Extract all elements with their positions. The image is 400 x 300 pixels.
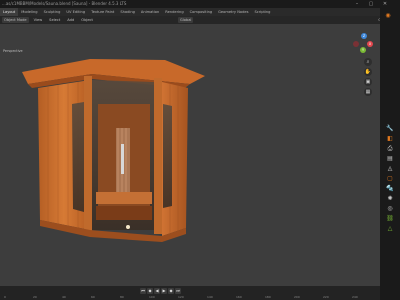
particles-icon[interactable]: ✺ [386, 195, 394, 203]
render-icon[interactable]: ◉ [384, 12, 392, 20]
workspace-tabs: Layout Modeling Sculpting UV Editing Tex… [0, 8, 400, 16]
scene-icon[interactable]: ◬ [386, 165, 394, 173]
physics-icon[interactable]: ◎ [386, 205, 394, 213]
playback-controls: ⏮ ◆ ◀ ▶ ◆ ⏭ [140, 288, 181, 294]
constraints-icon[interactable]: ⛓ [386, 215, 394, 223]
navigation-gizmo[interactable]: X Z Y [352, 32, 376, 56]
maximize-button[interactable]: ▢ [366, 0, 376, 8]
tab-shading[interactable]: Shading [117, 8, 138, 16]
tab-layout[interactable]: Layout [0, 8, 19, 16]
render-properties-icon[interactable]: ◧ [386, 135, 394, 143]
output-icon[interactable]: ⎙ [386, 145, 394, 153]
menu-select[interactable]: Select [47, 17, 62, 23]
gizmo-x-axis[interactable]: X [367, 41, 373, 47]
frame-label: 180 [265, 295, 271, 299]
close-button[interactable]: ✕ [380, 0, 390, 8]
play-icon[interactable]: ▶ [161, 288, 167, 294]
minimize-button[interactable]: – [352, 0, 362, 8]
frame-label: 0 [4, 295, 6, 299]
menu-add[interactable]: Add [65, 17, 76, 23]
tab-uv-editing[interactable]: UV Editing [63, 8, 88, 16]
view-layer-icon[interactable]: ▤ [386, 155, 394, 163]
frame-label: 40 [62, 295, 66, 299]
tab-texture-paint[interactable]: Texture Paint [88, 8, 117, 16]
gizmo-y-axis[interactable]: Y [360, 47, 366, 53]
tab-sculpting[interactable]: Sculpting [41, 8, 64, 16]
tab-rendering[interactable]: Rendering [162, 8, 186, 16]
menu-object[interactable]: Object [79, 17, 95, 23]
mode-dropdown[interactable]: Object Mode [2, 17, 29, 23]
menu-view[interactable]: View [32, 17, 45, 23]
viewport-info: Perspective [0, 48, 123, 54]
jump-end-icon[interactable]: ⏭ [175, 288, 181, 294]
frame-label: 200 [294, 295, 300, 299]
frame-ruler: 0 20 40 60 80 100 120 140 160 180 200 22… [0, 295, 380, 300]
frame-label: 140 [207, 295, 213, 299]
prev-keyframe-icon[interactable]: ◆ [147, 288, 153, 294]
frame-label: 220 [323, 295, 329, 299]
tab-scripting[interactable]: Scripting [251, 8, 273, 16]
frame-label: 60 [91, 295, 95, 299]
tab-modeling[interactable]: Modeling [18, 8, 40, 16]
grid-icon[interactable]: ▦ [364, 88, 372, 96]
title-bar: ...as/c1MBBM/Models/Sauna.blend [Sauna] … [0, 0, 400, 8]
properties-tabs: 🔧 ◧ ⎙ ▤ ◬ ▢ 🔩 ✺ ◎ ⛓ △ [386, 125, 394, 240]
object-icon[interactable]: ▢ [386, 175, 394, 183]
play-reverse-icon[interactable]: ◀ [154, 288, 160, 294]
3d-viewport[interactable]: Perspective X Z Y ⌕ ✋ ▣ ▦ [0, 24, 380, 286]
camera-view-icon[interactable]: ▣ [364, 78, 372, 86]
pan-icon[interactable]: ✋ [364, 68, 372, 76]
modifier-icon[interactable]: 🔩 [386, 185, 394, 193]
frame-label: 100 [149, 295, 155, 299]
jump-start-icon[interactable]: ⏮ [140, 288, 146, 294]
frame-label: 160 [236, 295, 242, 299]
tab-compositing[interactable]: Compositing [187, 8, 216, 16]
gizmo-neg-x[interactable] [353, 41, 359, 47]
tab-animation[interactable]: Animation [138, 8, 162, 16]
window-title: ...as/c1MBBM/Models/Sauna.blend [Sauna] … [2, 1, 127, 6]
frame-label: 120 [178, 295, 184, 299]
view-label: Perspective [3, 49, 23, 53]
zoom-icon[interactable]: ⌕ [364, 58, 372, 66]
tool-icon[interactable]: 🔧 [386, 125, 394, 133]
gizmo-z-axis[interactable]: Z [361, 33, 367, 39]
frame-label: 80 [120, 295, 124, 299]
viewport-header: Object Mode View Select Add Object Globa… [0, 16, 392, 24]
data-icon[interactable]: △ [386, 225, 394, 233]
sauna-model[interactable] [0, 24, 380, 286]
next-keyframe-icon[interactable]: ◆ [168, 288, 174, 294]
frame-label: 20 [33, 295, 37, 299]
transform-orientation-dropdown[interactable]: Global [177, 17, 194, 23]
tab-geometry-nodes[interactable]: Geometry Nodes [215, 8, 251, 16]
frame-label: 240 [352, 295, 358, 299]
